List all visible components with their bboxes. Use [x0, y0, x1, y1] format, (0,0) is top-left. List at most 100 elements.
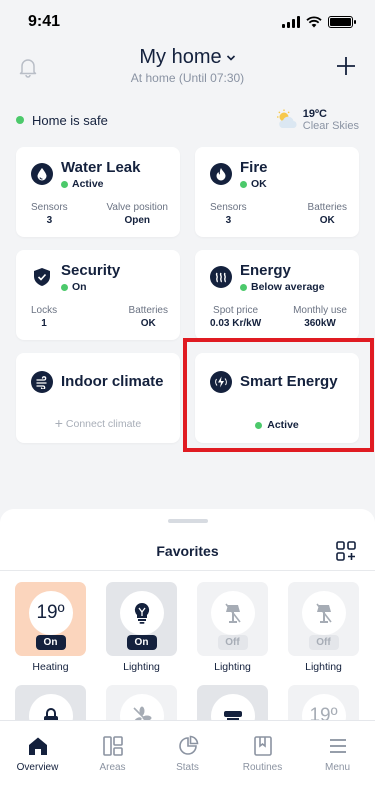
tile-label: Heating — [32, 661, 69, 673]
home-mode-subtitle: At home (Until 07:30) — [130, 71, 245, 85]
security-title: Security — [61, 262, 121, 279]
metric-value: 0.03 Kr/kW — [210, 318, 262, 329]
thermostat-value: 19º — [301, 694, 346, 720]
weather-temp: 19ºC — [302, 108, 327, 120]
weather-condition: Clear Skies — [302, 120, 359, 132]
book-icon — [253, 736, 272, 756]
state-pill: On — [126, 635, 157, 650]
tile-label: Lighting — [123, 661, 160, 673]
metric-label: Batteries — [307, 202, 347, 213]
metric-label: Sensors — [210, 202, 247, 213]
energy-title: Energy — [240, 262, 291, 279]
tile-label: Lighting — [305, 661, 342, 673]
home-safe-label: Home is safe — [32, 112, 108, 128]
tab-bar: Overview Areas Stats Routines Menu — [0, 720, 375, 812]
favorite-tile[interactable]: 19º — [288, 685, 359, 720]
favorite-tile-lighting[interactable]: Off Lighting — [288, 582, 359, 673]
smart-energy-card[interactable]: Smart Energy Active — [195, 353, 359, 443]
favorite-tile-lighting[interactable]: On Lighting — [106, 582, 177, 673]
favorites-title: Favorites — [156, 543, 219, 559]
metric-value: OK — [140, 318, 156, 329]
status-time: 9:41 — [28, 13, 61, 30]
header: My home At home (Until 07:30) — [0, 46, 375, 92]
home-selector[interactable]: My home — [139, 46, 235, 69]
wind-icon — [31, 371, 53, 393]
battery-icon — [328, 16, 356, 28]
heating-value: 19º — [28, 591, 73, 635]
smart-energy-icon — [210, 371, 232, 393]
state-pill: Off — [308, 635, 339, 650]
page-title: My home — [139, 46, 222, 68]
favorite-tile[interactable] — [15, 685, 86, 720]
connect-climate-label: Connect climate — [65, 418, 142, 430]
favorite-tile[interactable] — [197, 685, 268, 720]
metric-value: 3 — [46, 215, 53, 226]
lamp-off-icon — [301, 591, 346, 635]
fire-status: OK — [240, 178, 268, 190]
metric-label: Spot price — [213, 305, 259, 316]
areas-icon — [102, 736, 123, 756]
bell-icon[interactable] — [17, 56, 39, 78]
connect-climate-button[interactable]: + Connect climate — [16, 415, 180, 431]
add-favorite-icon[interactable] — [335, 540, 357, 562]
tab-label: Routines — [242, 762, 283, 773]
shield-icon — [31, 266, 53, 293]
security-status: On — [61, 281, 120, 293]
metric-value: 1 — [41, 318, 47, 329]
status-bar: 9:41 — [0, 0, 375, 44]
lightbulb-icon — [119, 591, 164, 635]
favorites-sheet: Favorites 19º On Heating On Lighting Off… — [0, 509, 375, 720]
favorite-tile-heating[interactable]: 19º On Heating — [15, 582, 86, 673]
tab-areas[interactable]: Areas — [75, 721, 150, 812]
tab-stats[interactable]: Stats — [150, 721, 225, 812]
water-leak-status: Active — [61, 178, 140, 190]
tab-menu[interactable]: Menu — [300, 721, 375, 812]
menu-icon — [329, 739, 346, 753]
fan-off-icon — [119, 694, 164, 720]
indoor-climate-title: Indoor climate — [61, 373, 164, 390]
signal-icon — [282, 16, 300, 28]
lamp-off-icon — [210, 591, 255, 635]
tab-overview[interactable]: Overview — [0, 721, 75, 812]
metric-value: 3 — [225, 215, 232, 226]
chevron-down-icon — [226, 54, 235, 61]
favorite-tile[interactable] — [106, 685, 177, 720]
system-cards-grid: Water Leak Active Sensors 3 Valve positio… — [0, 147, 375, 443]
status-icons — [282, 16, 356, 28]
security-card[interactable]: Security On Locks 1 Batteries OK — [16, 250, 180, 340]
fire-title: Fire — [240, 159, 268, 176]
water-drop-icon — [31, 163, 53, 185]
home-safe-status: Home is safe — [16, 113, 108, 128]
metric-label: Valve position — [106, 202, 168, 213]
metric-label: Sensors — [31, 202, 68, 213]
sheet-drag-handle[interactable] — [167, 519, 208, 523]
state-pill: On — [35, 635, 66, 650]
metric-label: Locks — [31, 305, 58, 316]
tab-label: Overview — [16, 762, 59, 773]
favorite-tile-lighting[interactable]: Off Lighting — [197, 582, 268, 673]
energy-card[interactable]: Energy Below average Spot price 0.03 Kr/k… — [195, 250, 359, 340]
metric-value: 360kW — [304, 318, 336, 329]
flame-icon — [210, 163, 232, 185]
add-icon[interactable] — [334, 54, 358, 78]
home-status-row: Home is safe 19ºC Clear Skies — [0, 105, 375, 135]
water-leak-card[interactable]: Water Leak Active Sensors 3 Valve positio… — [16, 147, 180, 237]
favorites-row: 19º On Heating On Lighting Off Lighting — [0, 582, 375, 673]
energy-status: Below average — [240, 281, 325, 293]
metric-label: Monthly use — [293, 305, 347, 316]
tab-label: Areas — [99, 762, 126, 773]
partly-cloudy-icon — [276, 109, 297, 128]
fire-card[interactable]: Fire OK Sensors 3 Batteries OK — [195, 147, 359, 237]
smart-energy-title: Smart Energy — [240, 373, 338, 390]
energy-waves-icon — [210, 266, 232, 288]
tab-routines[interactable]: Routines — [225, 721, 300, 812]
smart-energy-status: Active — [195, 419, 359, 431]
tile-label: Lighting — [214, 661, 251, 673]
status-dot — [16, 116, 24, 124]
wifi-icon — [306, 16, 322, 28]
metric-value: OK — [319, 215, 335, 226]
ceiling-light-icon — [210, 694, 255, 720]
home-icon — [28, 737, 47, 755]
indoor-climate-card[interactable]: Indoor climate + Connect climate — [16, 353, 180, 443]
tab-label: Menu — [324, 762, 350, 773]
